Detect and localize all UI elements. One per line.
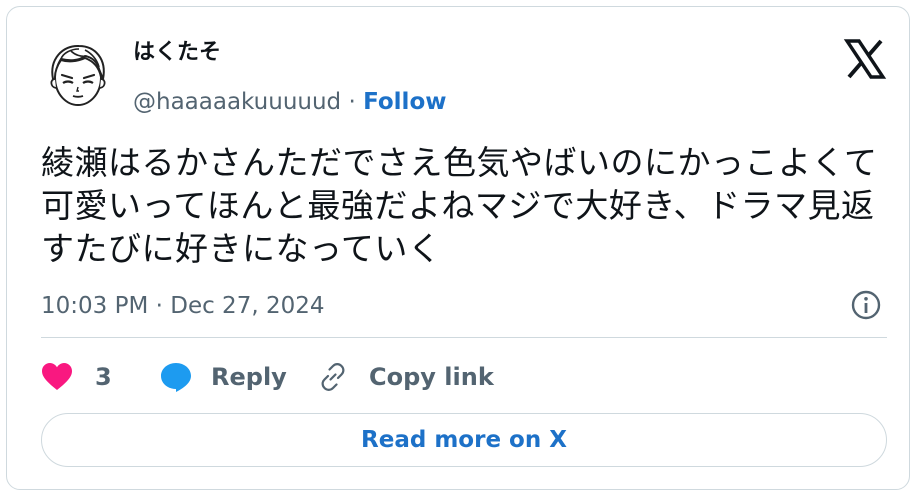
- info-icon[interactable]: [849, 288, 883, 322]
- copy-link-button[interactable]: Copy link: [317, 359, 494, 395]
- author-handle[interactable]: @haaaaakuuuuud: [133, 89, 341, 115]
- copy-link-label: Copy link: [369, 363, 494, 391]
- like-button[interactable]: 3: [41, 359, 112, 395]
- heart-icon: [41, 362, 73, 392]
- tweet-text: 綾瀬はるかさんただでさえ色気やばいのにかっこよくて可愛いってほんと最強だよねマジ…: [41, 143, 878, 268]
- author-handle-row: @haaaaakuuuuud · Follow: [133, 87, 447, 117]
- author-avatar[interactable]: [41, 39, 113, 111]
- tweet-embed-card: はくたそ @haaaaakuuuuud · Follow 綾瀬はるかさんただでさ…: [6, 6, 910, 490]
- follow-button[interactable]: Follow: [363, 89, 446, 115]
- reply-button[interactable]: Reply: [159, 359, 287, 395]
- reply-label: Reply: [211, 363, 287, 391]
- tweet-timestamp[interactable]: 10:03 PM · Dec 27, 2024: [41, 291, 324, 321]
- handle-separator: ·: [348, 89, 356, 115]
- read-more-button[interactable]: Read more on X: [41, 413, 887, 467]
- author-display-name[interactable]: はくたそ: [133, 39, 221, 67]
- like-count: 3: [95, 363, 112, 391]
- link-icon: [317, 361, 349, 393]
- reply-bubble-icon: [159, 361, 193, 393]
- x-logo-icon[interactable]: [843, 37, 887, 81]
- divider: [41, 337, 887, 338]
